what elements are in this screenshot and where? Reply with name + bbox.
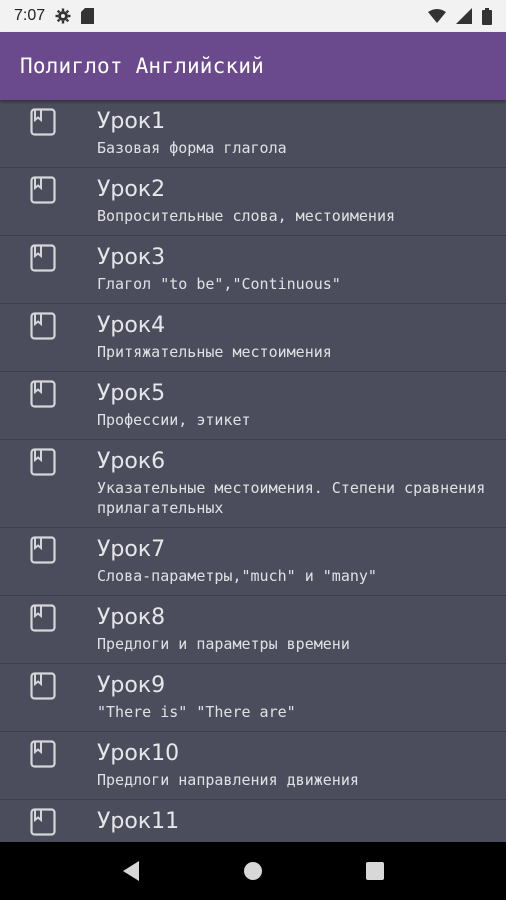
book-icon: [30, 176, 56, 204]
battery-icon: [482, 7, 492, 25]
gear-icon: [55, 8, 71, 24]
book-icon: [30, 536, 56, 564]
lesson-subtitle: Базовая форма глагола: [97, 139, 287, 157]
lesson-item-9[interactable]: Урок9 "There is" "There are": [0, 664, 506, 732]
lesson-item-11[interactable]: Урок11: [0, 800, 506, 842]
lesson-title: Урок1: [97, 109, 166, 134]
lesson-item-10[interactable]: Урок10 Предлоги направления движения: [0, 732, 506, 800]
signal-icon: [456, 8, 472, 24]
lesson-title: Урок11: [97, 809, 180, 834]
lesson-title: Урок2: [97, 177, 166, 202]
back-icon[interactable]: [111, 851, 151, 891]
lesson-title: Урок6: [97, 449, 166, 474]
lesson-item-8[interactable]: Урок8 Предлоги и параметры времени: [0, 596, 506, 664]
lesson-subtitle: Профессии, этикет: [97, 411, 251, 429]
lesson-title: Урок3: [97, 245, 166, 270]
lesson-title: Урок9: [97, 673, 166, 698]
status-time: 7:07: [14, 7, 46, 24]
book-icon: [30, 244, 56, 272]
status-bar: 7:07: [0, 0, 506, 32]
lesson-item-2[interactable]: Урок2 Вопросительные слова, местоимения: [0, 168, 506, 236]
lesson-item-6[interactable]: Урок6 Указательные местоимения. Степени …: [0, 440, 506, 528]
lesson-item-4[interactable]: Урок4 Притяжательные местоимения: [0, 304, 506, 372]
book-icon: [30, 312, 56, 340]
home-icon[interactable]: [233, 851, 273, 891]
lesson-title: Урок4: [97, 313, 166, 338]
book-icon: [30, 380, 56, 408]
recents-icon[interactable]: [355, 851, 395, 891]
lesson-title: Урок10: [97, 741, 180, 766]
lesson-subtitle: Указательные местоимения. Степени сравне…: [97, 479, 486, 517]
lesson-item-7[interactable]: Урок7 Слова-параметры,"much" и "many": [0, 528, 506, 596]
lesson-subtitle: Слова-параметры,"much" и "many": [97, 567, 377, 585]
lesson-title: Урок8: [97, 605, 166, 630]
app-title: Полиглот Английский: [20, 54, 265, 78]
sd-card-icon: [81, 8, 95, 24]
navigation-bar: [0, 842, 506, 900]
book-icon: [30, 604, 56, 632]
book-icon: [30, 448, 56, 476]
book-icon: [30, 740, 56, 768]
lesson-subtitle: Вопросительные слова, местоимения: [97, 207, 396, 225]
lesson-subtitle: "There is" "There are": [97, 703, 296, 721]
lesson-list[interactable]: Урок1 Базовая форма глагола Урок2 Вопрос…: [0, 100, 506, 842]
lesson-title: Урок5: [97, 381, 166, 406]
lesson-subtitle: Предлоги и параметры времени: [97, 635, 350, 653]
wifi-icon: [428, 9, 446, 23]
lesson-item-3[interactable]: Урок3 Глагол "to be","Continuous": [0, 236, 506, 304]
app-bar: Полиглот Английский: [0, 32, 506, 100]
book-icon: [30, 808, 56, 836]
lesson-subtitle: Предлоги направления движения: [97, 771, 359, 789]
book-icon: [30, 108, 56, 136]
lesson-item-5[interactable]: Урок5 Профессии, этикет: [0, 372, 506, 440]
lesson-item-1[interactable]: Урок1 Базовая форма глагола: [0, 100, 506, 168]
lesson-subtitle: Притяжательные местоимения: [97, 343, 332, 361]
lesson-title: Урок7: [97, 537, 166, 562]
book-icon: [30, 672, 56, 700]
lesson-subtitle: Глагол "to be","Continuous": [97, 275, 341, 293]
